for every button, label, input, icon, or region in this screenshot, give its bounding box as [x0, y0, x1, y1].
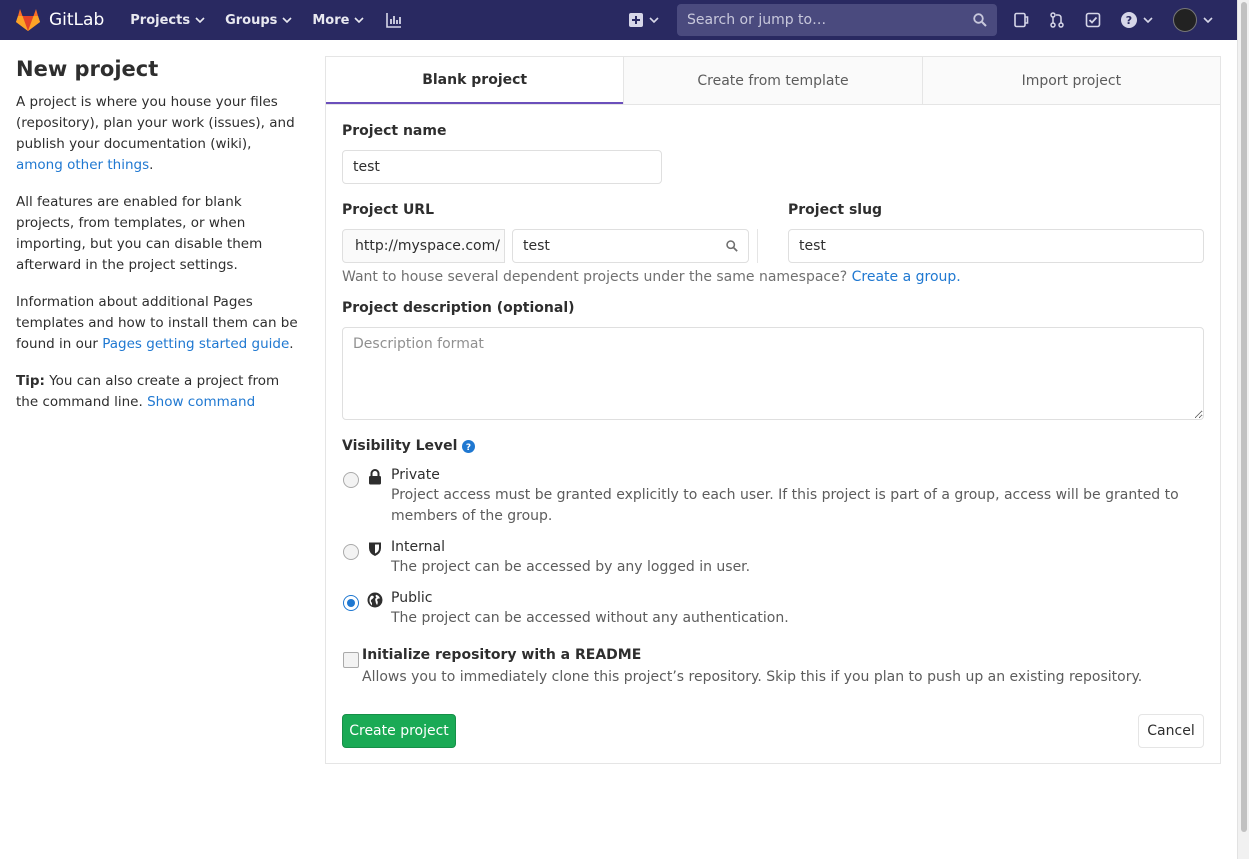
new-project-panel: Blank project Create from template Impor…	[325, 56, 1221, 764]
namespace-help: Want to house several dependent projects…	[342, 269, 961, 285]
plus-square-icon	[629, 13, 643, 27]
visibility-public-title: Public	[391, 590, 433, 606]
namespace-help-text: Want to house several dependent projects…	[342, 269, 848, 285]
search-box[interactable]	[677, 4, 997, 36]
visibility-private-radio[interactable]	[343, 472, 359, 488]
tip-label: Tip:	[16, 373, 45, 389]
shield-icon	[368, 541, 382, 557]
nav-more-dropdown[interactable]: More	[312, 12, 365, 28]
nav-projects-label: Projects	[130, 12, 191, 28]
search-input[interactable]	[687, 12, 973, 28]
activity-chart-icon[interactable]	[386, 12, 402, 28]
readme-label[interactable]: Initialize repository with a README	[362, 647, 641, 663]
search-icon	[726, 240, 738, 252]
nav-projects-dropdown[interactable]: Projects	[130, 13, 205, 28]
nav-groups-dropdown[interactable]: Groups	[225, 13, 292, 28]
project-name-input[interactable]: test	[342, 150, 662, 184]
project-slug-label: Project slug	[788, 202, 883, 218]
help-dropdown[interactable]: ?	[1121, 12, 1153, 28]
issues-icon[interactable]	[1013, 12, 1029, 28]
project-slug-input[interactable]: test	[788, 229, 1204, 263]
pages-paragraph: Information about additional Pages templ…	[16, 292, 300, 355]
tanuki-icon	[16, 9, 40, 31]
intro-text: A project is where you house your files …	[16, 94, 295, 152]
chevron-down-icon	[1203, 17, 1213, 23]
namespace-select[interactable]: test	[512, 229, 749, 263]
new-item-dropdown[interactable]	[629, 13, 659, 27]
svg-text:?: ?	[466, 442, 471, 452]
visibility-label: Visibility Level	[342, 438, 458, 454]
visibility-internal-title: Internal	[391, 539, 445, 555]
page-scrollbar[interactable]	[1237, 0, 1249, 859]
among-other-things-link[interactable]: among other things	[16, 157, 149, 173]
namespace-value: test	[523, 238, 550, 254]
visibility-heading: Visibility Level ?	[342, 438, 476, 454]
project-tabs: Blank project Create from template Impor…	[326, 57, 1220, 105]
nav-more-label: More	[312, 12, 350, 28]
create-project-button[interactable]: Create project	[342, 714, 456, 748]
lock-icon	[368, 469, 382, 485]
visibility-private-title: Private	[391, 467, 440, 483]
page-title: New project	[16, 57, 159, 81]
avatar	[1173, 8, 1197, 32]
project-url-label: Project URL	[342, 202, 435, 218]
intro-end: .	[149, 157, 154, 173]
todo-icon[interactable]	[1085, 12, 1101, 28]
readme-help: Allows you to immediately clone this pro…	[362, 669, 1143, 685]
visibility-internal-description: The project can be accessed by any logge…	[391, 559, 751, 575]
visibility-private-description: Project access must be granted explicitl…	[391, 487, 1179, 524]
navbar-right-icons: ?	[1013, 8, 1213, 32]
chevron-down-icon	[195, 17, 205, 23]
visibility-public-description: The project can be accessed without any …	[391, 610, 789, 626]
show-command-link[interactable]: Show command	[147, 394, 255, 410]
pages-guide-link[interactable]: Pages getting started guide	[102, 336, 289, 352]
brand-name: GitLab	[49, 10, 105, 30]
project-name-label: Project name	[342, 123, 447, 139]
cancel-button[interactable]: Cancel	[1138, 714, 1204, 748]
features-paragraph: All features are enabled for blank proje…	[16, 194, 263, 273]
readme-checkbox[interactable]	[343, 652, 359, 668]
globe-icon	[367, 592, 383, 608]
visibility-internal-radio[interactable]	[343, 544, 359, 560]
help-icon: ?	[1121, 12, 1137, 28]
svg-text:?: ?	[1126, 14, 1132, 27]
url-divider	[757, 229, 758, 263]
top-navbar: GitLab Projects Groups More ?	[0, 0, 1237, 40]
intro-paragraph: A project is where you house your files …	[16, 92, 300, 176]
tab-create-from-template[interactable]: Create from template	[623, 57, 922, 104]
description-label: Project description (optional)	[342, 300, 575, 316]
description-textarea[interactable]	[342, 327, 1204, 420]
chevron-down-icon	[354, 17, 365, 23]
nav-groups-label: Groups	[225, 12, 278, 28]
scrollbar-thumb[interactable]	[1241, 2, 1247, 832]
tab-blank-project[interactable]: Blank project	[326, 57, 624, 104]
pages-end: .	[289, 336, 294, 352]
chevron-down-icon	[282, 17, 292, 23]
search-icon	[973, 13, 987, 27]
chevron-down-icon	[649, 17, 659, 23]
sidebar-info: New project A project is where you house…	[16, 56, 300, 429]
gitlab-logo[interactable]: GitLab	[15, 8, 104, 32]
tip-paragraph: Tip: You can also create a project from …	[16, 371, 300, 413]
visibility-public-radio[interactable]	[343, 595, 359, 611]
chevron-down-icon	[1143, 17, 1153, 23]
merge-request-icon[interactable]	[1049, 12, 1065, 28]
question-circle-icon[interactable]: ?	[462, 439, 476, 453]
tab-import-project[interactable]: Import project	[921, 57, 1220, 104]
user-menu-dropdown[interactable]	[1173, 8, 1213, 32]
create-group-link[interactable]: Create a group.	[852, 269, 961, 285]
project-url-prefix: http://myspace.com/	[342, 229, 505, 263]
